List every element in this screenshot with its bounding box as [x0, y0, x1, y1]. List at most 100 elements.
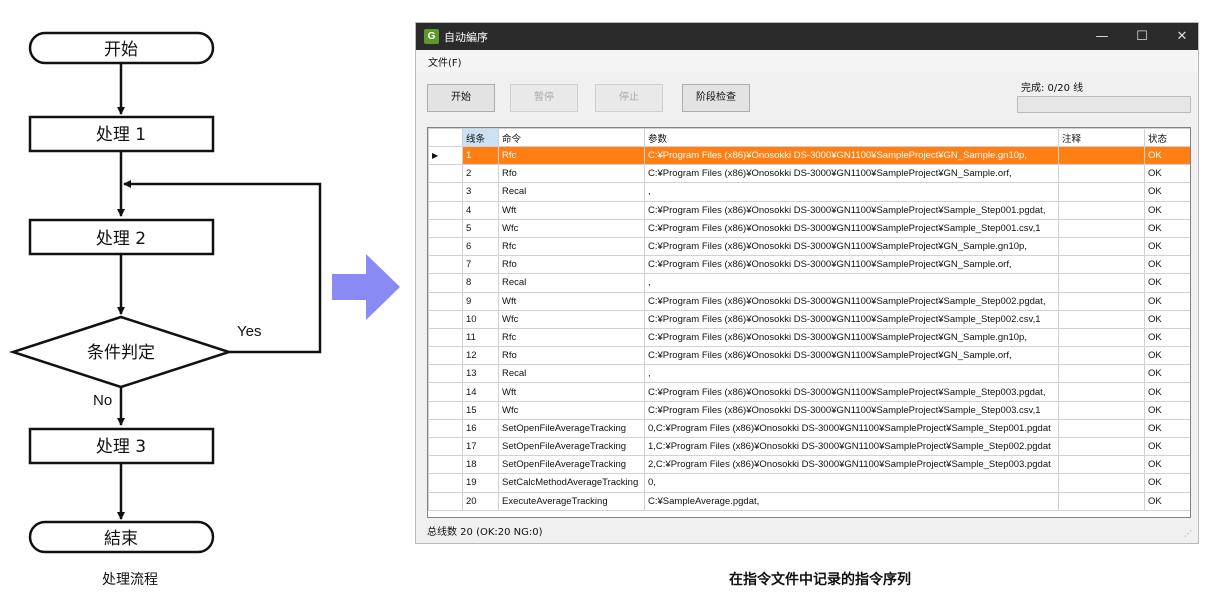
- command-cell[interactable]: ExecuteAverageTracking: [498, 491, 645, 511]
- parameter-cell[interactable]: C:¥Program Files (x86)¥Onosokki DS-3000¥…: [644, 218, 1059, 238]
- row-header-cell[interactable]: [428, 327, 463, 348]
- table-row[interactable]: 13 Recal, OK: [428, 364, 1190, 384]
- line-number-cell[interactable]: 7: [462, 255, 499, 275]
- parameter-cell[interactable]: C:¥Program Files (x86)¥Onosokki DS-3000¥…: [644, 309, 1059, 329]
- comment-cell[interactable]: [1058, 218, 1145, 238]
- column-header-status[interactable]: 状态: [1144, 128, 1190, 147]
- command-cell[interactable]: SetOpenFileAverageTracking: [498, 418, 645, 439]
- row-header-cell[interactable]: [428, 455, 463, 475]
- table-row[interactable]: 12 Rfo C:¥Program Files (x86)¥Onosokki DS-…: [428, 346, 1190, 366]
- table-row[interactable]: 8 Recal, OK: [428, 273, 1190, 293]
- table-row[interactable]: 5 Wfc C:¥Program Files (x86)¥Onosokki DS-3…: [428, 218, 1190, 238]
- row-header-cell[interactable]: [428, 436, 463, 457]
- parameter-cell[interactable]: C:¥Program Files (x86)¥Onosokki DS-3000¥…: [644, 346, 1059, 366]
- status-cell[interactable]: OK: [1144, 382, 1190, 402]
- parameter-cell[interactable]: ,: [644, 182, 1059, 202]
- parameter-cell[interactable]: 2,C:¥Program Files (x86)¥Onosokki DS-300…: [644, 455, 1059, 475]
- comment-cell[interactable]: [1058, 291, 1145, 311]
- comment-cell[interactable]: [1058, 346, 1145, 366]
- row-header-cell[interactable]: [428, 182, 463, 202]
- status-cell[interactable]: OK: [1144, 291, 1190, 311]
- status-cell[interactable]: OK: [1144, 255, 1190, 275]
- table-row[interactable]: 3 Recal, OK: [428, 182, 1190, 202]
- step-check-button[interactable]: 阶段检查: [682, 84, 750, 112]
- comment-cell[interactable]: [1058, 418, 1145, 439]
- comment-cell[interactable]: [1058, 145, 1145, 166]
- comment-cell[interactable]: [1058, 364, 1145, 384]
- comment-cell[interactable]: [1058, 436, 1145, 457]
- command-cell[interactable]: Wft: [498, 200, 645, 220]
- command-cell[interactable]: Rfo: [498, 164, 645, 184]
- status-cell[interactable]: OK: [1144, 309, 1190, 329]
- line-number-cell[interactable]: 1: [462, 145, 499, 166]
- line-number-cell[interactable]: 16: [462, 418, 499, 439]
- command-cell[interactable]: Wft: [498, 382, 645, 402]
- row-header-cell[interactable]: [428, 200, 463, 220]
- column-header-line[interactable]: 线条: [462, 128, 499, 147]
- command-cell[interactable]: Recal: [498, 273, 645, 293]
- row-header-cell[interactable]: [428, 418, 463, 439]
- table-row[interactable]: 9 Wft C:¥Program Files (x86)¥Onosokki DS-3…: [428, 291, 1190, 311]
- comment-cell[interactable]: [1058, 473, 1145, 493]
- status-cell[interactable]: OK: [1144, 473, 1190, 493]
- line-number-cell[interactable]: 3: [462, 182, 499, 202]
- line-number-cell[interactable]: 12: [462, 346, 499, 366]
- parameter-cell[interactable]: C:¥Program Files (x86)¥Onosokki DS-3000¥…: [644, 400, 1059, 420]
- row-header-cell[interactable]: [428, 491, 463, 511]
- parameter-cell[interactable]: C:¥Program Files (x86)¥Onosokki DS-3000¥…: [644, 200, 1059, 220]
- status-cell[interactable]: OK: [1144, 327, 1190, 348]
- status-cell[interactable]: OK: [1144, 164, 1190, 184]
- row-header-cell[interactable]: [428, 291, 463, 311]
- table-row[interactable]: 10 Wfc C:¥Program Files (x86)¥Onosokki DS-…: [428, 309, 1190, 329]
- command-cell[interactable]: Wfc: [498, 309, 645, 329]
- line-number-cell[interactable]: 5: [462, 218, 499, 238]
- command-cell[interactable]: Recal: [498, 364, 645, 384]
- line-number-cell[interactable]: 2: [462, 164, 499, 184]
- status-cell[interactable]: OK: [1144, 145, 1190, 166]
- parameter-cell[interactable]: 1,C:¥Program Files (x86)¥Onosokki DS-300…: [644, 436, 1059, 457]
- command-cell[interactable]: Rfc: [498, 145, 645, 166]
- resize-grip-icon[interactable]: ⋰: [1184, 529, 1194, 539]
- selected-row-marker-icon[interactable]: ▶: [428, 145, 463, 166]
- maximize-button[interactable]: ☐: [1124, 23, 1160, 50]
- parameter-cell[interactable]: C:¥SampleAverage.pgdat,: [644, 491, 1059, 511]
- parameter-cell[interactable]: ,: [644, 273, 1059, 293]
- start-button[interactable]: 开始: [427, 84, 495, 112]
- row-header-cell[interactable]: [428, 473, 463, 493]
- status-cell[interactable]: OK: [1144, 418, 1190, 439]
- table-row[interactable]: 4 Wft C:¥Program Files (x86)¥Onosokki DS-3…: [428, 200, 1190, 220]
- table-row[interactable]: 6 Rfc C:¥Program Files (x86)¥Onosokki DS-3…: [428, 236, 1190, 257]
- pause-button[interactable]: 暂停: [510, 84, 578, 112]
- table-row[interactable]: 20 ExecuteAverageTracking C:¥SampleAverage…: [428, 491, 1190, 511]
- command-cell[interactable]: Wfc: [498, 400, 645, 420]
- table-row[interactable]: 15 Wfc C:¥Program Files (x86)¥Onosokki DS-…: [428, 400, 1190, 420]
- table-row[interactable]: 11 Rfc C:¥Program Files (x86)¥Onosokki DS-…: [428, 327, 1190, 348]
- parameter-cell[interactable]: C:¥Program Files (x86)¥Onosokki DS-3000¥…: [644, 145, 1059, 166]
- comment-cell[interactable]: [1058, 182, 1145, 202]
- row-header-cell[interactable]: [428, 255, 463, 275]
- row-header-cell[interactable]: [428, 309, 463, 329]
- row-header-cell[interactable]: [428, 364, 463, 384]
- table-row[interactable]: 18 SetOpenFileAverageTracking 2,C:¥Program…: [428, 455, 1190, 475]
- table-row[interactable]: 2 Rfo C:¥Program Files (x86)¥Onosokki DS-3…: [428, 164, 1190, 184]
- table-row[interactable]: ▶ 1 Rfc C:¥Program Files (x86)¥Onosokki DS-…: [428, 145, 1190, 166]
- row-header-cell[interactable]: [428, 164, 463, 184]
- status-cell[interactable]: OK: [1144, 400, 1190, 420]
- close-button[interactable]: ✕: [1164, 23, 1198, 50]
- command-cell[interactable]: Wft: [498, 291, 645, 311]
- row-header-cell[interactable]: [428, 236, 463, 257]
- line-number-cell[interactable]: 20: [462, 491, 499, 511]
- comment-cell[interactable]: [1058, 236, 1145, 257]
- line-number-cell[interactable]: 13: [462, 364, 499, 384]
- status-cell[interactable]: OK: [1144, 455, 1190, 475]
- status-cell[interactable]: OK: [1144, 218, 1190, 238]
- command-cell[interactable]: SetOpenFileAverageTracking: [498, 455, 645, 475]
- table-row[interactable]: 19 SetCalcMethodAverageTracking 0, OK: [428, 473, 1190, 493]
- parameter-cell[interactable]: ,: [644, 364, 1059, 384]
- status-cell[interactable]: OK: [1144, 491, 1190, 511]
- comment-cell[interactable]: [1058, 273, 1145, 293]
- parameter-cell[interactable]: C:¥Program Files (x86)¥Onosokki DS-3000¥…: [644, 164, 1059, 184]
- line-number-cell[interactable]: 11: [462, 327, 499, 348]
- status-cell[interactable]: OK: [1144, 346, 1190, 366]
- line-number-cell[interactable]: 17: [462, 436, 499, 457]
